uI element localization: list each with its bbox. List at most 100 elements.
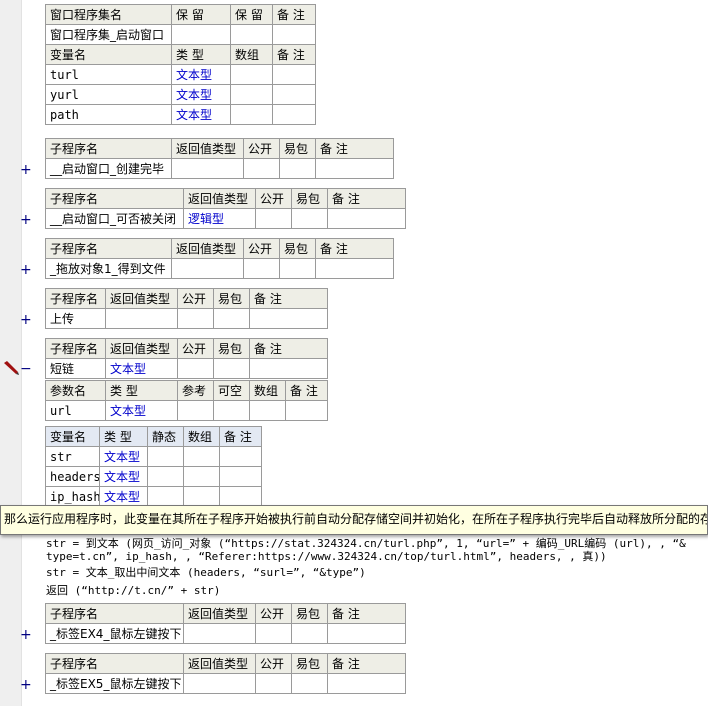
sub-remark-cell[interactable] (315, 158, 394, 179)
param-array-cell[interactable] (249, 400, 286, 421)
var-name[interactable]: turl (45, 64, 172, 85)
var-array-cell[interactable] (230, 84, 273, 105)
code-line[interactable]: str = 文本_取出中间文本 (headers, “surl=”, “&typ… (46, 564, 366, 580)
expand-icon[interactable]: + (20, 678, 32, 692)
var-array-cell[interactable] (230, 64, 273, 85)
sub-name[interactable]: __启动窗口_可否被关闭 (45, 208, 184, 229)
var-remark-cell[interactable] (272, 64, 316, 85)
expand-icon[interactable]: + (20, 263, 32, 277)
sub-public-cell[interactable] (243, 258, 280, 279)
var-remark-cell[interactable] (272, 104, 316, 125)
collapse-icon[interactable]: − (20, 362, 32, 376)
local-remark-cell[interactable] (219, 466, 262, 487)
sub-remark-cell[interactable] (249, 308, 328, 329)
sub-row[interactable]: __启动窗口_可否被关闭 逻辑型 (45, 208, 406, 229)
param-ref-cell[interactable] (177, 400, 214, 421)
local-var-name[interactable]: ip_hash (45, 486, 100, 507)
local-static-cell[interactable] (147, 446, 184, 467)
expand-icon[interactable]: + (20, 313, 32, 327)
local-array-cell[interactable] (183, 486, 220, 507)
sub-return-type[interactable] (183, 623, 256, 644)
sub-row[interactable]: 上传 (45, 308, 328, 329)
sub-return-type[interactable] (183, 673, 256, 694)
header-param-ref: 参考 (177, 380, 214, 401)
table-row[interactable]: str 文本型 (45, 446, 262, 467)
sub-easy-pack-cell[interactable] (291, 623, 328, 644)
sub-remark-cell[interactable] (249, 358, 328, 379)
sub-return-type[interactable]: 逻辑型 (183, 208, 256, 229)
local-var-type[interactable]: 文本型 (99, 486, 148, 507)
sub-public-cell[interactable] (243, 158, 280, 179)
sub-name[interactable]: _标签EX5_鼠标左键按下 (45, 673, 184, 694)
var-array-cell[interactable] (230, 104, 273, 125)
local-static-cell[interactable] (147, 466, 184, 487)
sub-return-type[interactable] (171, 258, 244, 279)
param-remark-cell[interactable] (285, 400, 328, 421)
code-line[interactable]: type=t.cn”, ip_hash, , “Referer:https://… (46, 548, 607, 564)
var-type[interactable]: 文本型 (171, 84, 231, 105)
param-type[interactable]: 文本型 (105, 400, 178, 421)
sub-row[interactable]: 短链 文本型 (45, 358, 328, 379)
sub-return-type[interactable] (105, 308, 178, 329)
local-array-cell[interactable] (183, 446, 220, 467)
sub-remark-cell[interactable] (327, 208, 406, 229)
sub-easy-pack-cell[interactable] (291, 673, 328, 694)
assembly-reserved-2-cell[interactable] (230, 24, 273, 45)
local-var-type[interactable]: 文本型 (99, 446, 148, 467)
sub-name[interactable]: _拖放对象1_得到文件 (45, 258, 172, 279)
sub-public-cell[interactable] (255, 673, 292, 694)
sub-easy-pack-cell[interactable] (213, 358, 250, 379)
local-var-name[interactable]: headers (45, 466, 100, 487)
sub-easy-pack-cell[interactable] (291, 208, 328, 229)
sub-remark-cell[interactable] (327, 673, 406, 694)
sub-name[interactable]: 短链 (45, 358, 106, 379)
sub-row[interactable]: _拖放对象1_得到文件 (45, 258, 394, 279)
param-nullable-cell[interactable] (213, 400, 250, 421)
sub-return-type[interactable] (171, 158, 244, 179)
table-row[interactable]: url 文本型 (45, 400, 328, 421)
sub-easy-pack-cell[interactable] (279, 258, 316, 279)
sub-remark-cell[interactable] (327, 623, 406, 644)
local-static-cell[interactable] (147, 486, 184, 507)
sub-public-cell[interactable] (255, 208, 292, 229)
sub-row[interactable]: __启动窗口_创建完毕 (45, 158, 394, 179)
sub-row[interactable]: _标签EX4_鼠标左键按下 (45, 623, 406, 644)
sub-name[interactable]: __启动窗口_创建完毕 (45, 158, 172, 179)
sub-row[interactable]: _标签EX5_鼠标左键按下 (45, 673, 406, 694)
var-name[interactable]: yurl (45, 84, 172, 105)
expand-icon[interactable]: + (20, 163, 32, 177)
assembly-reserved-1-cell[interactable] (171, 24, 231, 45)
param-name[interactable]: url (45, 400, 106, 421)
expand-icon[interactable]: + (20, 213, 32, 227)
local-var-type[interactable]: 文本型 (99, 466, 148, 487)
var-remark-cell[interactable] (272, 84, 316, 105)
sub-public-cell[interactable] (177, 308, 214, 329)
sub-name[interactable]: _标签EX4_鼠标左键按下 (45, 623, 184, 644)
sub-easy-pack-cell[interactable] (279, 158, 316, 179)
sub-name[interactable]: 上传 (45, 308, 106, 329)
sub-table: 子程序名 返回值类型 公开 易包 备 注 _标签EX4_鼠标左键按下 (45, 603, 406, 644)
sub-return-type[interactable]: 文本型 (105, 358, 178, 379)
sub-public-cell[interactable] (255, 623, 292, 644)
local-array-cell[interactable] (183, 466, 220, 487)
table-row[interactable]: yurl 文本型 (45, 84, 316, 105)
sub-table: 子程序名 返回值类型 公开 易包 备 注 _拖放对象1_得到文件 (45, 238, 394, 279)
table-row[interactable]: turl 文本型 (45, 64, 316, 85)
expand-icon[interactable]: + (20, 628, 32, 642)
sub-remark-cell[interactable] (315, 258, 394, 279)
local-remark-cell[interactable] (219, 446, 262, 467)
table-row[interactable]: ip_hash 文本型 (45, 486, 262, 507)
code-line[interactable]: 返回 (“http://t.cn/” + str) (46, 582, 220, 598)
local-remark-cell[interactable] (219, 486, 262, 507)
table-row[interactable]: headers 文本型 (45, 466, 262, 487)
assembly-name[interactable]: 窗口程序集_启动窗口 (45, 24, 172, 45)
table-row[interactable]: path 文本型 (45, 104, 316, 125)
var-type[interactable]: 文本型 (171, 64, 231, 85)
assembly-remark-cell[interactable] (272, 24, 316, 45)
assembly-row[interactable]: 窗口程序集_启动窗口 (45, 24, 316, 45)
sub-easy-pack-cell[interactable] (213, 308, 250, 329)
sub-public-cell[interactable] (177, 358, 214, 379)
var-name[interactable]: path (45, 104, 172, 125)
var-type[interactable]: 文本型 (171, 104, 231, 125)
local-var-name[interactable]: str (45, 446, 100, 467)
